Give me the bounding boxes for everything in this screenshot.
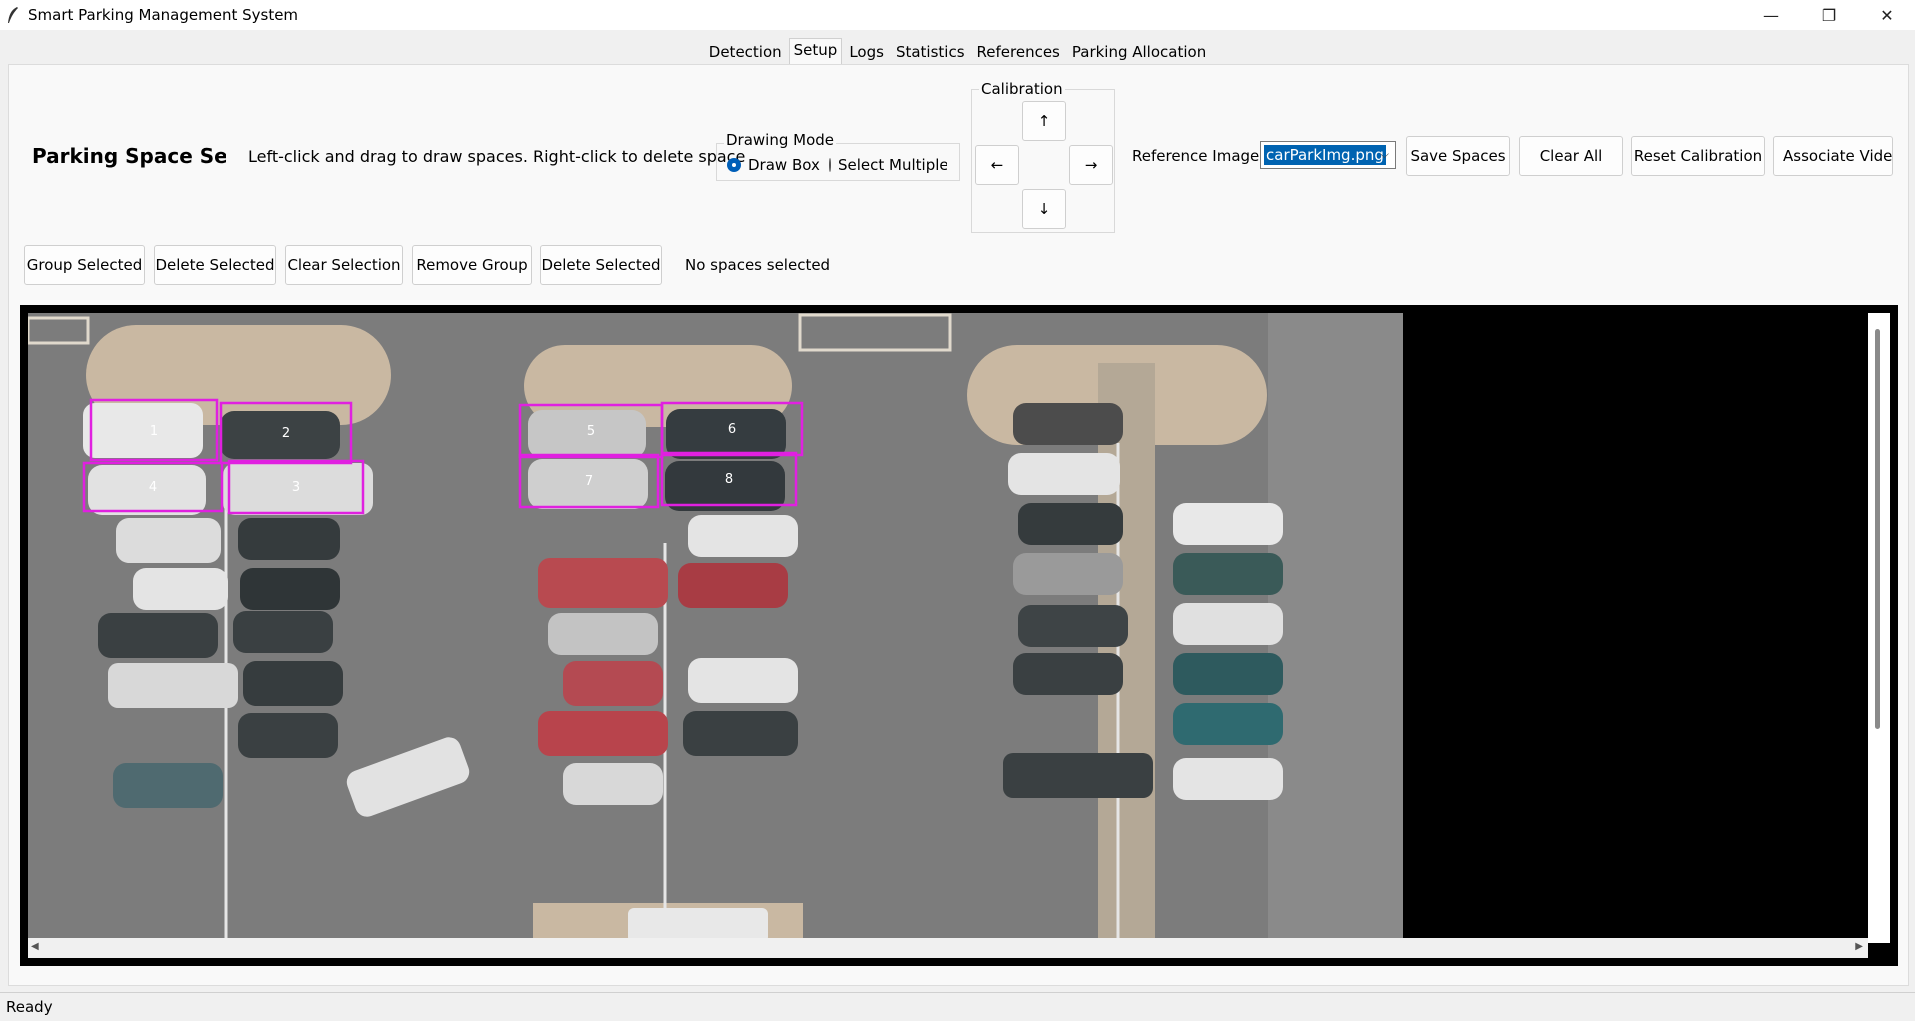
clear-selection-button[interactable]: Clear Selection xyxy=(285,245,403,285)
calibrate-down-button[interactable]: ↓ xyxy=(1022,189,1066,229)
car xyxy=(1173,703,1283,745)
car xyxy=(666,409,786,459)
reference-image-label: Reference Image xyxy=(1132,147,1260,165)
car xyxy=(1013,403,1123,445)
car xyxy=(1173,503,1283,545)
car xyxy=(116,518,221,563)
black-area xyxy=(1403,313,1868,943)
feather-icon xyxy=(8,7,18,23)
reference-image-select[interactable]: carParkImg.png ⌵ xyxy=(1260,141,1396,169)
calibrate-right-button[interactable]: → xyxy=(1069,145,1113,185)
car xyxy=(563,763,663,805)
car xyxy=(538,711,668,756)
sidewalk xyxy=(1268,313,1403,943)
page-title: Parking Space Setup xyxy=(32,144,226,168)
car xyxy=(1013,653,1123,695)
car xyxy=(688,515,798,557)
restore-button[interactable]: ❐ xyxy=(1800,0,1858,30)
clear-all-button[interactable]: Clear All xyxy=(1519,136,1623,176)
vertical-scrollbar[interactable] xyxy=(1868,313,1890,943)
car xyxy=(238,713,338,758)
space-label-1: 1 xyxy=(150,424,158,439)
scroll-right-icon[interactable]: ▶ xyxy=(1855,941,1863,952)
space-label-5: 5 xyxy=(587,424,595,439)
car xyxy=(240,568,340,610)
radio-select-multiple-indicator[interactable] xyxy=(829,158,831,172)
car xyxy=(108,663,238,708)
car xyxy=(88,465,206,515)
car xyxy=(1018,605,1128,647)
car xyxy=(688,658,798,703)
tab-references[interactable]: References xyxy=(972,40,1065,66)
selection-status: No spaces selected xyxy=(685,256,831,274)
radio-draw-box[interactable]: Draw Box xyxy=(727,156,820,174)
status-text: Ready xyxy=(6,998,53,1016)
car xyxy=(1003,753,1153,798)
car xyxy=(1173,653,1283,695)
car xyxy=(678,563,788,608)
chevron-down-icon[interactable]: ⌵ xyxy=(1380,147,1389,162)
status-bar: Ready xyxy=(0,992,1915,1021)
car xyxy=(1008,453,1120,495)
space-label-6: 6 xyxy=(728,422,736,437)
delete-selected-button[interactable]: Delete Selected xyxy=(154,245,276,285)
horizontal-scrollbar[interactable]: ◀ ▶ xyxy=(28,938,1868,958)
car xyxy=(133,568,228,610)
tab-detection[interactable]: Detection xyxy=(704,40,787,66)
radio-select-multiple[interactable]: Select Multiple xyxy=(829,156,947,174)
group-selected-button[interactable]: Group Selected xyxy=(24,245,145,285)
calibration-label: Calibration xyxy=(979,80,1065,98)
tab-parking-allocation[interactable]: Parking Allocation xyxy=(1067,40,1211,66)
car xyxy=(538,558,668,608)
minimize-button[interactable]: — xyxy=(1742,0,1800,30)
space-label-2: 2 xyxy=(282,426,290,441)
scroll-left-icon[interactable]: ◀ xyxy=(31,941,39,952)
save-spaces-button[interactable]: Save Spaces xyxy=(1406,136,1510,176)
car xyxy=(243,661,343,706)
space-label-7: 7 xyxy=(585,474,593,489)
title-bar: Smart Parking Management System — ❐ ✕ xyxy=(0,0,1915,30)
delete-selected-button-2[interactable]: Delete Selected xyxy=(540,245,662,285)
parking-canvas[interactable]: 1 2 3 4 5 6 7 8 xyxy=(28,313,1868,943)
window-title: Smart Parking Management System xyxy=(28,6,299,24)
parking-canvas-frame: 1 2 3 4 5 6 7 8 xyxy=(20,305,1898,966)
drawing-mode-label: Drawing Mode xyxy=(724,131,837,149)
car xyxy=(1018,503,1123,545)
associate-video-button[interactable]: Associate Video xyxy=(1773,136,1893,176)
car xyxy=(98,613,218,658)
car xyxy=(1173,758,1283,800)
car xyxy=(1173,603,1283,645)
vertical-scroll-thumb[interactable] xyxy=(1875,329,1880,729)
car xyxy=(220,411,340,459)
instructions-text: Left-click and drag to draw spaces. Righ… xyxy=(248,147,746,166)
car xyxy=(233,611,333,653)
car xyxy=(548,613,658,655)
space-label-3: 3 xyxy=(292,480,300,495)
radio-select-multiple-label: Select Multiple xyxy=(838,156,947,174)
remove-group-button[interactable]: Remove Group xyxy=(412,245,532,285)
car xyxy=(1013,553,1123,595)
parking-lot-image: 1 2 3 4 5 6 7 8 xyxy=(28,313,1868,943)
close-button[interactable]: ✕ xyxy=(1858,0,1915,30)
car xyxy=(83,403,203,458)
car xyxy=(238,518,340,560)
car xyxy=(1173,553,1283,595)
tab-logs[interactable]: Logs xyxy=(844,40,889,66)
car xyxy=(683,711,798,756)
tab-setup[interactable]: Setup xyxy=(788,38,843,66)
tab-bar: Detection Setup Logs Statistics Referenc… xyxy=(0,38,1915,66)
car xyxy=(113,763,223,808)
tab-statistics[interactable]: Statistics xyxy=(891,40,970,66)
radio-draw-box-indicator[interactable] xyxy=(727,158,741,172)
space-label-4: 4 xyxy=(149,480,157,495)
calibrate-left-button[interactable]: ← xyxy=(975,145,1019,185)
space-label-8: 8 xyxy=(725,472,733,487)
reset-calibration-button[interactable]: Reset Calibration xyxy=(1631,136,1765,176)
radio-draw-box-label: Draw Box xyxy=(748,156,820,174)
car xyxy=(563,661,663,706)
calibrate-up-button[interactable]: ↑ xyxy=(1022,101,1066,141)
reference-image-value: carParkImg.png xyxy=(1264,145,1386,165)
